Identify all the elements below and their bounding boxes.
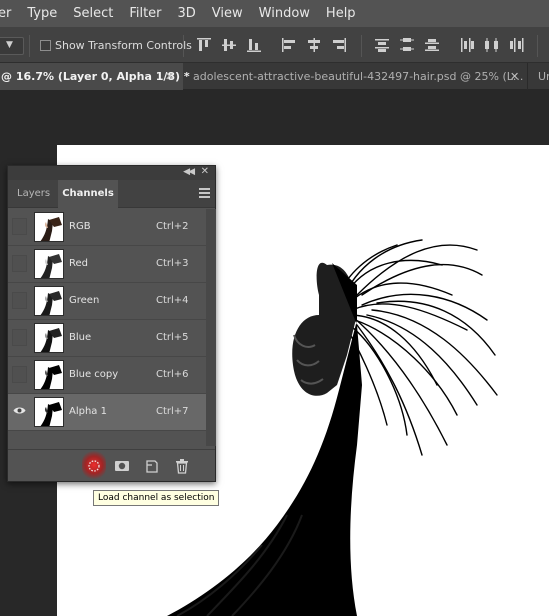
- channel-thumbnail: [34, 397, 64, 427]
- document-tab[interactable]: Ur: [527, 63, 549, 90]
- tab-channels[interactable]: Channels: [58, 180, 118, 208]
- align-horizontal-centers-icon[interactable]: [305, 36, 323, 54]
- options-divider: [537, 35, 538, 57]
- document-tab-active[interactable]: @ 16.7% (Layer 0, Alpha 1/8) * ✕: [0, 63, 190, 90]
- document-tab-title: @ 16.7% (Layer 0, Alpha 1/8) *: [1, 70, 190, 83]
- panel-tab-bar: Layers Channels: [8, 180, 215, 208]
- channel-shortcut: Ctrl+2: [156, 221, 189, 232]
- tab-layers[interactable]: Layers: [17, 180, 50, 208]
- channel-row-blue[interactable]: Blue Ctrl+5: [8, 320, 206, 357]
- options-divider: [183, 35, 184, 57]
- align-bottom-edges-icon[interactable]: [245, 36, 263, 54]
- channel-thumbnail: [34, 249, 64, 279]
- menu-item-type[interactable]: Type: [19, 6, 65, 21]
- channel-name: RGB: [69, 221, 91, 232]
- show-transform-controls-toggle[interactable]: Show Transform Controls: [40, 39, 192, 52]
- visibility-toggle[interactable]: [12, 255, 27, 272]
- distribute-vertical-centers-icon[interactable]: [398, 36, 416, 54]
- menu-item-view[interactable]: View: [204, 6, 251, 21]
- distribute-bottom-edges-icon[interactable]: [423, 36, 441, 54]
- menu-item-3d[interactable]: 3D: [170, 6, 204, 21]
- channel-name: Blue copy: [69, 369, 119, 380]
- load-channel-as-selection-icon[interactable]: [85, 457, 103, 475]
- channel-name: Red: [69, 258, 88, 269]
- menu-item-select[interactable]: Select: [65, 6, 121, 21]
- show-transform-controls-checkbox[interactable]: [40, 40, 51, 51]
- menu-item-window[interactable]: Window: [251, 6, 318, 21]
- eye-icon[interactable]: [13, 406, 26, 415]
- close-icon[interactable]: ✕: [510, 70, 519, 83]
- channel-row-alpha-1[interactable]: Alpha 1 Ctrl+7: [8, 394, 206, 431]
- options-divider: [29, 35, 30, 57]
- channel-row-green[interactable]: Green Ctrl+4: [8, 283, 206, 320]
- save-selection-as-channel-icon[interactable]: [113, 457, 131, 475]
- chevron-down-icon: ▼: [6, 40, 13, 50]
- channel-row-blue-copy[interactable]: Blue copy Ctrl+6: [8, 357, 206, 394]
- channel-shortcut: Ctrl+5: [156, 332, 189, 343]
- channel-row-rgb[interactable]: RGB Ctrl+2: [8, 209, 206, 246]
- panel-title-bar[interactable]: ◀◀ ✕: [8, 166, 215, 180]
- visibility-toggle[interactable]: [12, 218, 27, 235]
- visibility-toggle[interactable]: [12, 329, 27, 346]
- document-tab[interactable]: adolescent-attractive-beautiful-432497-h…: [184, 63, 526, 90]
- align-top-edges-icon[interactable]: [195, 36, 213, 54]
- panel-menu-icon[interactable]: [199, 188, 210, 198]
- align-right-edges-icon[interactable]: [330, 36, 348, 54]
- visibility-toggle[interactable]: [12, 292, 27, 309]
- document-tab-bar: @ 16.7% (Layer 0, Alpha 1/8) * ✕ adolesc…: [0, 63, 549, 90]
- align-vertical-centers-icon[interactable]: [220, 36, 238, 54]
- channel-shortcut: Ctrl+3: [156, 258, 189, 269]
- document-tab-title: adolescent-attractive-beautiful-432497-h…: [193, 70, 524, 83]
- menu-item-layer[interactable]: er: [0, 6, 19, 21]
- channel-thumbnail: [34, 360, 64, 390]
- channel-row-red[interactable]: Red Ctrl+3: [8, 246, 206, 283]
- tooltip: Load channel as selection: [93, 490, 220, 506]
- new-channel-icon[interactable]: [143, 457, 161, 475]
- distribute-right-edges-icon[interactable]: [508, 36, 526, 54]
- channel-thumbnail: [34, 323, 64, 353]
- menu-item-filter[interactable]: Filter: [121, 6, 169, 21]
- align-left-edges-icon[interactable]: [280, 36, 298, 54]
- channels-panel: ◀◀ ✕ Layers Channels RGB Ctrl+2 Red Ctrl…: [7, 165, 216, 482]
- document-tab-title: Ur: [538, 70, 549, 83]
- channel-thumbnail: [34, 212, 64, 242]
- channel-name: Alpha 1: [69, 406, 107, 417]
- close-icon[interactable]: ✕: [165, 70, 174, 83]
- distribute-left-edges-icon[interactable]: [458, 36, 476, 54]
- distribute-horizontal-centers-icon[interactable]: [483, 36, 501, 54]
- channel-name: Blue: [69, 332, 92, 343]
- channel-name: Green: [69, 295, 100, 306]
- visibility-toggle[interactable]: [12, 366, 27, 383]
- collapse-panel-icon[interactable]: ◀◀: [183, 167, 195, 177]
- options-bar: ▼ Show Transform Controls: [0, 27, 549, 63]
- menu-item-help[interactable]: Help: [318, 6, 364, 21]
- channel-shortcut: Ctrl+4: [156, 295, 189, 306]
- menu-bar: er Type Select Filter 3D View Window Hel…: [0, 0, 549, 27]
- distribute-top-edges-icon[interactable]: [373, 36, 391, 54]
- trash-icon[interactable]: [173, 457, 191, 475]
- close-panel-icon[interactable]: ✕: [201, 166, 209, 177]
- panel-scrollbar[interactable]: [206, 209, 216, 446]
- channel-list: RGB Ctrl+2 Red Ctrl+3 Green Ctrl+4 Blue …: [8, 209, 206, 431]
- show-transform-controls-label: Show Transform Controls: [55, 39, 192, 52]
- panel-footer: [8, 449, 215, 481]
- channel-shortcut: Ctrl+6: [156, 369, 189, 380]
- tool-preset-dropdown[interactable]: ▼: [0, 37, 24, 55]
- options-divider: [361, 35, 362, 57]
- channel-shortcut: Ctrl+7: [156, 406, 189, 417]
- channel-thumbnail: [34, 286, 64, 316]
